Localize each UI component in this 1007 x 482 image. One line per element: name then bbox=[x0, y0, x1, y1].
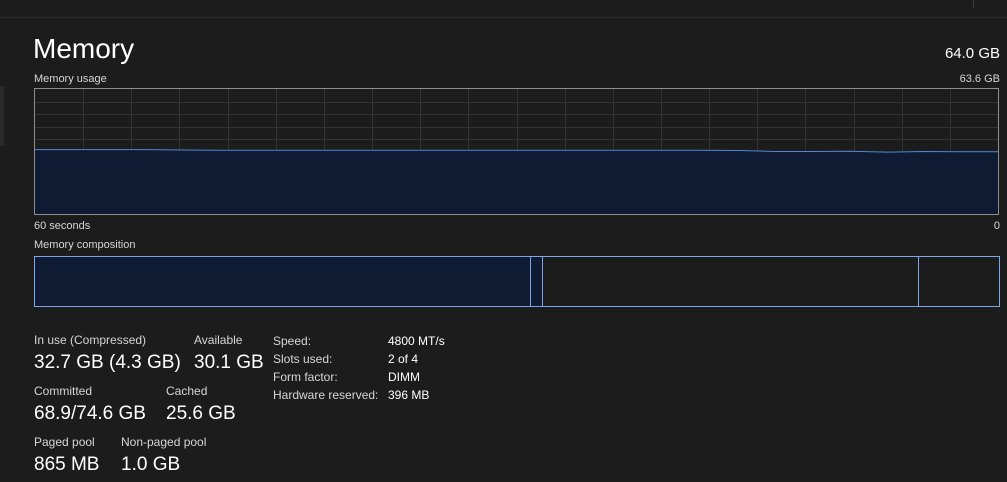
memory-usage-label: Memory usage bbox=[34, 73, 107, 85]
speed-key: Speed: bbox=[273, 334, 312, 348]
composition-modified-segment[interactable] bbox=[531, 257, 543, 306]
composition-free-segment[interactable] bbox=[919, 257, 999, 306]
hardware-reserved-value: 396 MB bbox=[388, 388, 430, 402]
memory-composition-bar bbox=[34, 256, 1000, 307]
memory-usage-max-label: 63.6 GB bbox=[959, 73, 1000, 85]
memory-usage-area bbox=[35, 149, 998, 214]
committed-label: Committed bbox=[34, 384, 93, 398]
form-factor-key: Form factor: bbox=[273, 370, 338, 384]
memory-composition-label: Memory composition bbox=[34, 239, 136, 251]
page-title: Memory bbox=[33, 33, 135, 64]
top-divider-tick bbox=[973, 0, 974, 8]
total-memory: 64.0 GB bbox=[944, 45, 1000, 62]
committed-value: 68.9/74.6 GB bbox=[34, 403, 146, 424]
in-use-value: 32.7 GB (4.3 GB) bbox=[34, 352, 181, 373]
memory-usage-chart bbox=[35, 89, 998, 214]
form-factor-value: DIMM bbox=[388, 370, 420, 384]
memory-usage-graph bbox=[34, 88, 999, 215]
paged-pool-value: 865 MB bbox=[34, 454, 100, 475]
non-paged-pool-value: 1.0 GB bbox=[121, 454, 181, 475]
top-divider bbox=[0, 17, 1007, 18]
paged-pool-label: Paged pool bbox=[34, 435, 95, 449]
composition-standby-segment[interactable] bbox=[543, 257, 919, 306]
hardware-reserved-key: Hardware reserved: bbox=[273, 388, 379, 402]
speed-value: 4800 MT/s bbox=[388, 334, 445, 348]
cached-value: 25.6 GB bbox=[166, 403, 236, 424]
graph-time-label: 60 seconds bbox=[34, 220, 91, 232]
available-value: 30.1 GB bbox=[194, 352, 264, 373]
slots-used-key: Slots used: bbox=[273, 352, 333, 366]
slots-used-value: 2 of 4 bbox=[388, 352, 419, 366]
non-paged-pool-label: Non-paged pool bbox=[121, 435, 207, 449]
available-label: Available bbox=[194, 333, 243, 347]
cached-label: Cached bbox=[166, 384, 208, 398]
graph-min-label: 0 bbox=[993, 220, 1000, 232]
in-use-label: In use (Compressed) bbox=[34, 333, 147, 347]
side-scroll-strip bbox=[0, 86, 4, 146]
composition-in-use-segment[interactable] bbox=[35, 257, 531, 306]
